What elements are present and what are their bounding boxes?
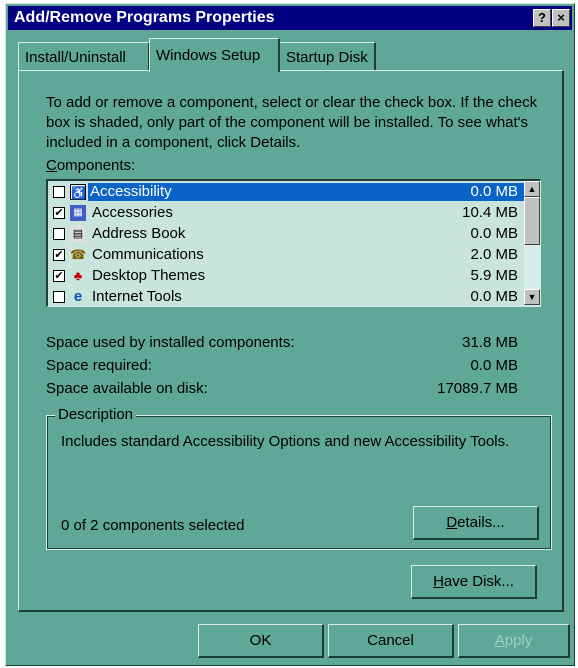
item-label: Desktop Themes — [92, 267, 206, 284]
scroll-thumb[interactable] — [524, 197, 540, 245]
space-used-value: 31.8 MB — [462, 334, 518, 351]
item-label: Internet Tools — [92, 288, 182, 305]
cancel-button[interactable]: Cancel — [328, 624, 454, 658]
item-label: Accessibility — [88, 183, 524, 201]
tab-windows-setup[interactable]: Windows Setup — [149, 38, 280, 72]
tab-install-uninstall[interactable]: Install/Uninstall — [18, 42, 150, 70]
space-available-label: Space available on disk: — [46, 380, 208, 397]
list-item[interactable]: ✔ ☎ Communications 2.0 MB — [50, 245, 520, 266]
intro-text: To add or remove a component, select or … — [46, 94, 538, 151]
description-group: Description Includes standard Accessibil… — [46, 406, 552, 550]
have-disk-button[interactable]: Have Disk... — [411, 565, 537, 599]
list-item[interactable]: ▤ Address Book 0.0 MB — [50, 224, 520, 245]
checkbox[interactable]: ✔ — [53, 207, 65, 219]
space-used-label: Space used by installed components: — [46, 334, 295, 351]
tab-panel: To add or remove a component, select or … — [18, 70, 564, 612]
tab-label: Startup Disk — [286, 49, 368, 66]
item-label: Address Book — [92, 225, 186, 242]
checkbox[interactable]: ✔ — [53, 270, 65, 282]
description-text: Includes standard Accessibility Options … — [61, 433, 510, 450]
list-item[interactable]: ✔ ▦ Accessories 10.4 MB — [50, 203, 520, 224]
item-size: 5.9 MB — [470, 267, 518, 284]
dialog-window: Add/Remove Programs Properties ? × Insta… — [5, 3, 575, 666]
communications-icon: ☎ — [70, 247, 87, 262]
tab-label: Install/Uninstall — [25, 49, 126, 66]
item-size: 0.0 MB — [470, 225, 518, 242]
checkbox[interactable] — [53, 291, 65, 303]
item-label: Communications — [92, 246, 204, 263]
address-book-icon: ▤ — [70, 226, 86, 242]
help-button[interactable]: ? — [533, 9, 551, 27]
scroll-up-icon[interactable]: ▲ — [524, 181, 540, 197]
checkbox[interactable] — [53, 186, 65, 198]
item-size: 10.4 MB — [462, 204, 518, 221]
scroll-down-icon[interactable]: ▼ — [524, 289, 540, 305]
apply-button[interactable]: Apply — [458, 624, 570, 658]
ok-button[interactable]: OK — [198, 624, 324, 658]
space-required-label: Space required: — [46, 357, 152, 374]
list-item[interactable]: e Internet Tools 0.0 MB — [50, 287, 520, 306]
item-size: 2.0 MB — [470, 246, 518, 263]
checkbox[interactable]: ✔ — [53, 249, 65, 261]
accessories-icon: ▦ — [70, 205, 86, 221]
item-size: 0.0 MB — [470, 288, 518, 305]
space-required-value: 0.0 MB — [470, 357, 518, 374]
close-button[interactable]: × — [552, 9, 570, 27]
item-label: Accessories — [92, 204, 173, 221]
tab-label: Windows Setup — [156, 47, 261, 64]
components-list[interactable]: ♿ Accessibility 0.0 MB ✔ ▦ Accessories 1… — [46, 179, 541, 307]
title-bar[interactable]: Add/Remove Programs Properties ? × — [8, 6, 572, 30]
components-label: Components: — [46, 157, 136, 174]
internet-tools-icon: e — [73, 288, 83, 305]
accessibility-icon: ♿ — [70, 184, 86, 200]
space-available-value: 17089.7 MB — [437, 380, 518, 397]
list-item[interactable]: ✔ ♣ Desktop Themes 5.9 MB — [50, 266, 520, 287]
window-title: Add/Remove Programs Properties — [14, 9, 275, 26]
tab-startup-disk[interactable]: Startup Disk — [279, 42, 376, 70]
checkbox[interactable] — [53, 228, 65, 240]
desktop-themes-icon: ♣ — [73, 268, 83, 283]
list-item[interactable]: ♿ Accessibility 0.0 MB — [50, 182, 524, 203]
selected-count: 0 of 2 components selected — [61, 517, 245, 534]
list-scrollbar[interactable]: ▲ ▼ — [524, 181, 540, 305]
item-size: 0.0 MB — [470, 183, 518, 200]
details-button[interactable]: Details... — [413, 506, 539, 540]
description-label: Description — [55, 406, 137, 423]
